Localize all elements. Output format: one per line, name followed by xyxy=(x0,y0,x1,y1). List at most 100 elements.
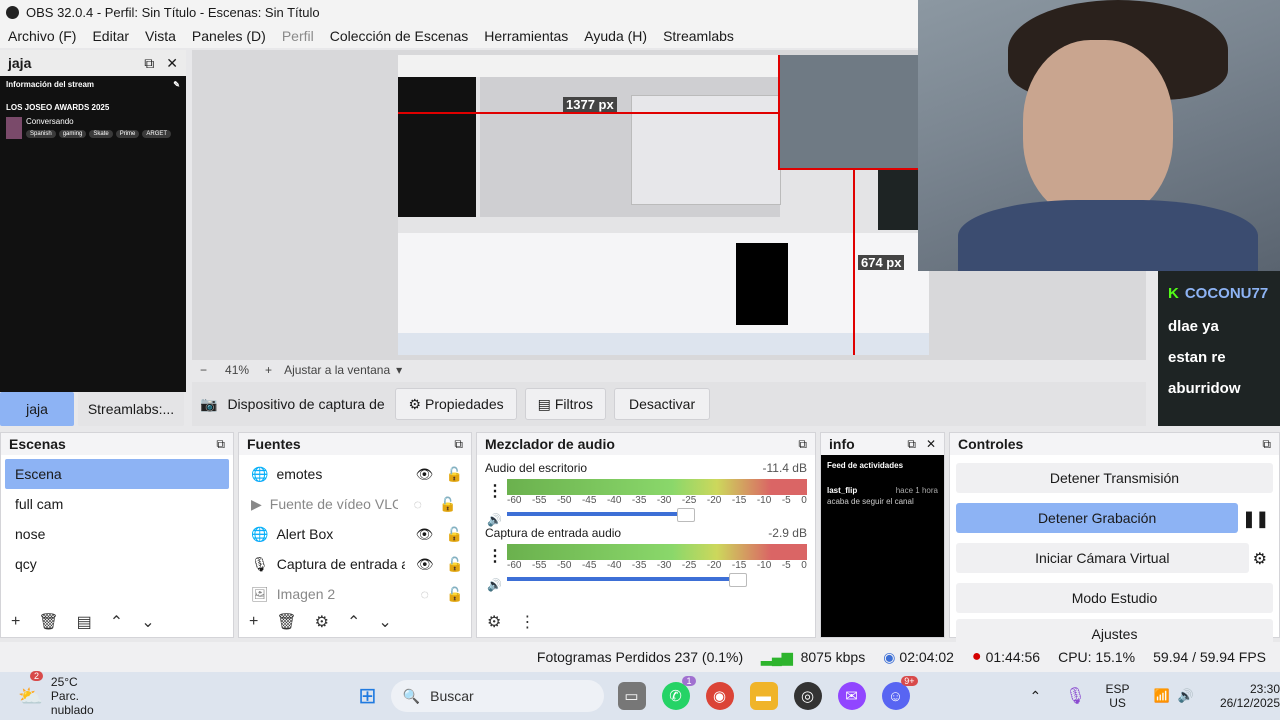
chat-overlay: K COCONU77 dlae ya estan re aburridow xyxy=(1158,271,1280,426)
category-thumbnail xyxy=(6,117,22,139)
track-name: Audio del escritorio xyxy=(485,461,588,475)
menu-archivo[interactable]: Archivo (F) xyxy=(0,28,84,44)
gear-icon[interactable]: ⚙ xyxy=(487,612,501,632)
menu-ayuda[interactable]: Ayuda (H) xyxy=(576,28,655,44)
kebab-icon[interactable]: ⋮ xyxy=(519,612,535,632)
properties-button[interactable]: ⚙ Propiedades xyxy=(395,388,517,420)
microphone-icon[interactable]: 🎙 xyxy=(1065,686,1085,706)
chevron-up-icon[interactable]: ⌃ xyxy=(347,612,360,632)
scene-item[interactable]: Escena xyxy=(5,459,229,489)
microphone-icon: 🎙 xyxy=(251,555,269,572)
kebab-icon[interactable]: ⋮ xyxy=(487,546,503,566)
speaker-icon[interactable]: 🔊 xyxy=(487,578,502,592)
tab-jaja[interactable]: jaja xyxy=(0,392,74,426)
search-box[interactable]: 🔍 Buscar xyxy=(390,680,604,712)
zoom-in-button[interactable]: + xyxy=(259,363,278,377)
gear-icon[interactable]: ⚙ xyxy=(1253,549,1267,569)
chrome-icon[interactable]: ◉ xyxy=(705,682,734,710)
windows-start-icon[interactable]: ⊞ xyxy=(358,683,376,709)
wifi-icon[interactable]: 📶 xyxy=(1154,688,1170,704)
menu-streamlabs[interactable]: Streamlabs xyxy=(655,28,742,44)
menu-paneles[interactable]: Paneles (D) xyxy=(184,28,274,44)
volume-slider[interactable] xyxy=(507,573,747,587)
source-item[interactable]: 🖼 Imagen 2 ◌ 🔓 xyxy=(239,579,471,609)
language[interactable]: ESP xyxy=(1106,682,1130,696)
menu-perfil[interactable]: Perfil xyxy=(274,28,322,44)
chevron-down-icon[interactable]: ▾ xyxy=(396,363,402,377)
kebab-icon[interactable]: ⋮ xyxy=(487,481,503,501)
lock-icon[interactable]: 🔓 xyxy=(445,556,465,573)
menu-vista[interactable]: Vista xyxy=(137,28,184,44)
filter-icon[interactable]: ▤ xyxy=(77,612,92,632)
title-bar: OBS 32.0.4 - Perfil: Sin Título - Escena… xyxy=(0,0,918,24)
add-icon[interactable]: + xyxy=(249,613,258,631)
float-icon[interactable]: ⧉ xyxy=(798,437,807,452)
chevron-up-icon[interactable]: ⌃ xyxy=(1030,688,1042,705)
deactivate-button[interactable]: Desactivar xyxy=(613,388,711,420)
float-icon[interactable]: ⧉ xyxy=(907,437,916,452)
menu-herramientas[interactable]: Herramientas xyxy=(476,28,576,44)
float-icon[interactable]: ⧉ xyxy=(216,437,225,452)
zoom-out-button[interactable]: − xyxy=(192,363,215,377)
studio-mode-button[interactable]: Modo Estudio xyxy=(956,583,1273,613)
source-item[interactable]: 🌐 emotes 👁 🔓 xyxy=(239,459,471,489)
weather-widget[interactable]: ⛅ 2 25°C Parc. nublado xyxy=(18,671,122,717)
float-icon[interactable]: ⧉ xyxy=(454,437,463,452)
source-item[interactable]: ▶ Fuente de vídeo VLC ◌ 🔓 xyxy=(239,489,471,519)
chevron-up-icon[interactable]: ⌃ xyxy=(110,612,123,632)
close-icon[interactable]: ✕ xyxy=(166,55,178,72)
folder-icon[interactable]: ▬ xyxy=(749,682,778,710)
feed-time: hace 1 hora xyxy=(895,486,938,495)
gear-icon[interactable]: ⚙ xyxy=(315,612,329,632)
clock-time[interactable]: 23:30 xyxy=(1220,682,1280,696)
lock-icon[interactable]: 🔓 xyxy=(444,526,464,543)
scene-item[interactable]: full cam xyxy=(5,489,229,519)
stop-stream-button[interactable]: Detener Transmisión xyxy=(956,463,1273,493)
chevron-down-icon[interactable]: ⌄ xyxy=(141,612,154,632)
edit-icon[interactable]: ✎ xyxy=(173,80,180,89)
obs-icon[interactable]: ◎ xyxy=(793,682,822,710)
feed-title: Feed de actividades xyxy=(827,461,904,470)
volume-slider[interactable] xyxy=(507,508,695,522)
source-item[interactable]: 🎙 Captura de entrada a 👁 🔓 xyxy=(239,549,471,579)
add-icon[interactable]: + xyxy=(11,613,20,631)
info-title: info xyxy=(829,436,855,452)
stop-recording-button[interactable]: Detener Grabación xyxy=(956,503,1239,533)
whatsapp-icon[interactable]: ✆ 1 xyxy=(661,676,696,710)
scene-item[interactable]: qcy xyxy=(5,549,229,579)
eye-hidden-icon[interactable]: ◌ xyxy=(413,586,437,602)
filters-button[interactable]: ▤ Filtros xyxy=(524,388,606,420)
tab-streamlabs[interactable]: Streamlabs:... xyxy=(78,392,184,426)
pause-icon[interactable]: ❚❚ xyxy=(1242,509,1269,529)
volume-icon[interactable]: 🔊 xyxy=(1178,688,1194,704)
lock-icon[interactable]: 🔓 xyxy=(438,496,458,513)
task-view-icon[interactable]: ▭ xyxy=(617,682,646,710)
menu-coleccion[interactable]: Colección de Escenas xyxy=(322,28,477,44)
eye-hidden-icon[interactable]: ◌ xyxy=(406,496,430,512)
chevron-down-icon[interactable]: ⌄ xyxy=(378,612,391,632)
twitch-icon[interactable]: ✉ xyxy=(837,682,866,710)
trash-icon[interactable]: 🗑 xyxy=(276,612,296,632)
search-placeholder: Buscar xyxy=(430,688,474,704)
zoom-fit-dropdown[interactable]: Ajustar a la ventana xyxy=(278,363,396,377)
discord-icon[interactable]: ☺ 9+ xyxy=(881,676,918,710)
eye-icon[interactable]: 👁 xyxy=(412,466,436,483)
lock-icon[interactable]: 🔓 xyxy=(445,586,465,603)
close-icon[interactable]: ✕ xyxy=(926,437,936,452)
virtual-camera-button[interactable]: Iniciar Cámara Virtual xyxy=(956,543,1249,573)
eye-icon[interactable]: 👁 xyxy=(413,556,437,573)
float-icon[interactable]: ⧉ xyxy=(144,55,154,72)
eye-icon[interactable]: 👁 xyxy=(412,526,436,543)
source-name: Alert Box xyxy=(276,526,334,542)
source-item[interactable]: 🌐 Alert Box 👁 🔓 xyxy=(239,519,471,549)
globe-icon: 🌐 xyxy=(251,525,269,542)
track-db: -2.9 dB xyxy=(768,526,807,540)
menu-editar[interactable]: Editar xyxy=(84,28,137,44)
mixer-track: Captura de entrada audio -2.9 dB ⋮ -60 -55… xyxy=(477,526,815,592)
float-icon[interactable]: ⧉ xyxy=(1262,437,1271,452)
trash-icon[interactable]: 🗑 xyxy=(38,612,58,632)
scene-item[interactable]: nose xyxy=(5,519,229,549)
speaker-icon[interactable]: 🔊 xyxy=(487,513,502,527)
record-icon: ● xyxy=(971,648,982,665)
lock-icon[interactable]: 🔓 xyxy=(444,466,464,483)
